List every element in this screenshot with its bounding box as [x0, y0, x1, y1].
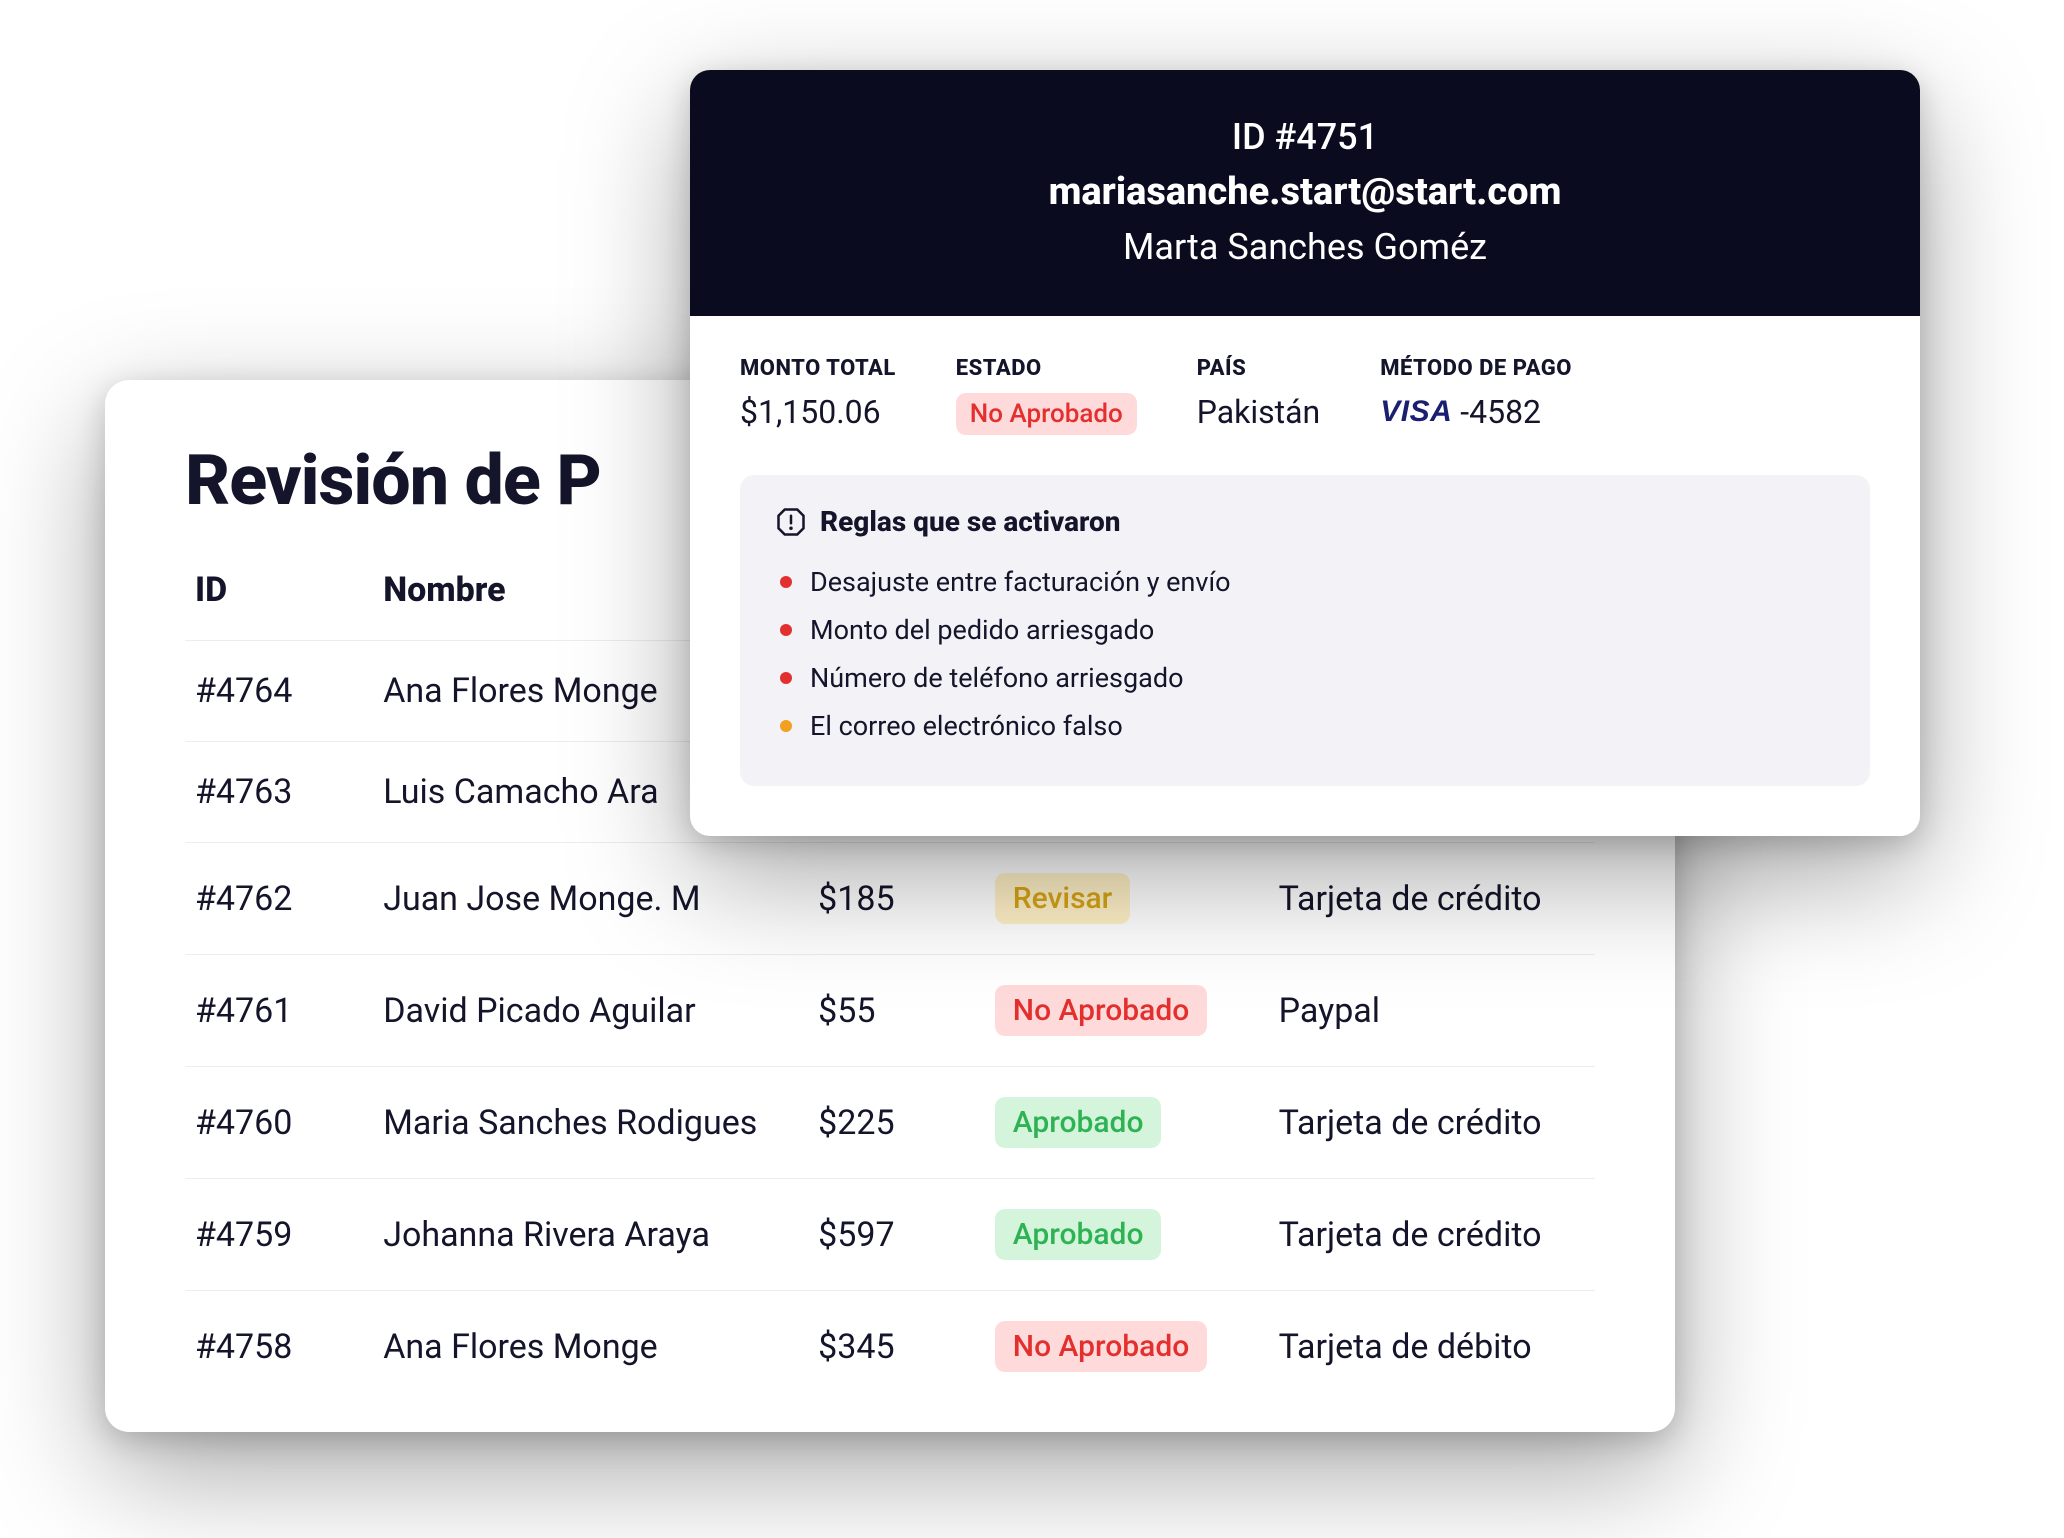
metric-country-label: PAÍS: [1197, 356, 1320, 381]
cell-status: No Aprobado: [985, 1291, 1269, 1403]
rules-list: Desajuste entre facturación y envíoMonto…: [776, 558, 1834, 750]
cell-id: #4759: [185, 1179, 373, 1291]
visa-logo-icon: VISA: [1380, 395, 1452, 429]
cell-name: Johanna Rivera Araya: [373, 1179, 808, 1291]
table-row[interactable]: #4761David Picado Aguilar$55No Aprobado P…: [185, 955, 1595, 1067]
status-badge: No Aprobado: [956, 393, 1137, 435]
order-customer-name: Marta Sanches Goméz: [710, 226, 1900, 268]
metric-country-value: Pakistán: [1197, 393, 1320, 431]
cell-status: Aprobado: [985, 1067, 1269, 1179]
cell-payment-method: Tarjeta de débito: [1269, 1291, 1595, 1403]
order-metrics: MONTO TOTAL $1,150.06 ESTADO No Aprobado…: [740, 356, 1870, 435]
metric-payment: MÉTODO DE PAGO VISA -4582: [1380, 356, 1572, 431]
cell-name: Ana Flores Monge: [373, 1291, 808, 1403]
rule-item: Monto del pedido arriesgado: [780, 606, 1834, 654]
status-badge: No Aprobado: [995, 1321, 1207, 1372]
table-row[interactable]: #4762Juan Jose Monge. M$185Revisar Tarjet…: [185, 843, 1595, 955]
status-badge: Aprobado: [995, 1209, 1162, 1260]
cell-id: #4760: [185, 1067, 373, 1179]
rule-item: Desajuste entre facturación y envío: [780, 558, 1834, 606]
cell-payment-method: Paypal: [1269, 955, 1595, 1067]
cell-status: No Aprobado: [985, 955, 1269, 1067]
cell-amount: $597: [808, 1179, 985, 1291]
cell-id: #4762: [185, 843, 373, 955]
cell-id: #4761: [185, 955, 373, 1067]
cell-id: #4758: [185, 1291, 373, 1403]
metric-total-label: MONTO TOTAL: [740, 356, 896, 381]
column-header-id[interactable]: ID: [185, 552, 373, 641]
metric-payment-label: MÉTODO DE PAGO: [1380, 356, 1572, 381]
metric-country: PAÍS Pakistán: [1197, 356, 1320, 431]
cell-status: Aprobado: [985, 1179, 1269, 1291]
order-detail-card: ID #4751 mariasanche.start@start.com Mar…: [690, 70, 1920, 836]
cell-payment-method: Tarjeta de crédito: [1269, 843, 1595, 955]
rules-title: Reglas que se activaron: [820, 505, 1121, 538]
cell-name: Juan Jose Monge. M: [373, 843, 808, 955]
rule-item: Número de teléfono arriesgado: [780, 654, 1834, 702]
cell-payment-method: Tarjeta de crédito: [1269, 1179, 1595, 1291]
metric-status: ESTADO No Aprobado: [956, 356, 1137, 435]
table-row[interactable]: #4759Johanna Rivera Araya$597Aprobado Tar…: [185, 1179, 1595, 1291]
metric-total: MONTO TOTAL $1,150.06: [740, 356, 896, 431]
status-badge: No Aprobado: [995, 985, 1207, 1036]
metric-status-label: ESTADO: [956, 356, 1137, 381]
cell-id: #4763: [185, 742, 373, 843]
cell-status: Revisar: [985, 843, 1269, 955]
cell-amount: $185: [808, 843, 985, 955]
cell-amount: $225: [808, 1067, 985, 1179]
order-id: ID #4751: [710, 116, 1900, 158]
card-last4: -4582: [1460, 393, 1541, 431]
rule-item: El correo electrónico falso: [780, 702, 1834, 750]
order-email: mariasanche.start@start.com: [710, 170, 1900, 214]
cell-id: #4764: [185, 641, 373, 742]
cell-name: David Picado Aguilar: [373, 955, 808, 1067]
table-row[interactable]: #4758Ana Flores Monge$345No Aprobado Tarj…: [185, 1291, 1595, 1403]
cell-name: Maria Sanches Rodigues: [373, 1067, 808, 1179]
warning-icon: [776, 507, 806, 537]
cell-amount: $55: [808, 955, 985, 1067]
order-detail-header: ID #4751 mariasanche.start@start.com Mar…: [690, 70, 1920, 316]
status-badge: Aprobado: [995, 1097, 1162, 1148]
cell-payment-method: Tarjeta de crédito: [1269, 1067, 1595, 1179]
metric-total-value: $1,150.06: [740, 393, 896, 431]
status-badge: Revisar: [995, 873, 1131, 924]
cell-amount: $345: [808, 1291, 985, 1403]
table-row[interactable]: #4760Maria Sanches Rodigues$225Aprobado T…: [185, 1067, 1595, 1179]
triggered-rules-panel: Reglas que se activaron Desajuste entre …: [740, 475, 1870, 786]
